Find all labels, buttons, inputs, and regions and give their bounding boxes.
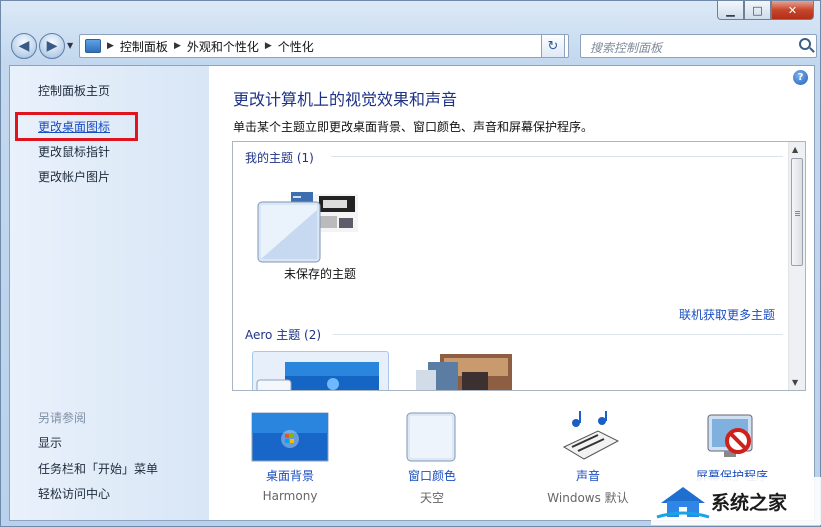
scroll-down-icon[interactable]: ▼ <box>792 378 798 387</box>
sidebar-ease-of-access[interactable]: 轻松访问中心 <box>38 485 110 502</box>
watermark-text: 系统之家 <box>711 491 788 514</box>
get-more-themes-online-link[interactable]: 联机获取更多主题 <box>679 306 775 323</box>
breadcrumb-separator-icon[interactable]: ▶ <box>265 41 272 51</box>
refresh-button[interactable]: ↻ <box>541 34 565 58</box>
shortcut-label[interactable]: 桌面背景 <box>230 467 350 484</box>
shortcut-value: Harmony <box>262 489 318 503</box>
maximize-button[interactable]: □ <box>744 1 771 20</box>
screensaver-icon <box>707 414 753 457</box>
page-title: 更改计算机上的视觉效果和声音 <box>233 90 458 109</box>
search-icon[interactable] <box>799 38 811 50</box>
breadcrumb-separator-icon[interactable]: ▶ <box>107 41 114 51</box>
recent-pages-dropdown-icon[interactable]: ▼ <box>67 41 73 50</box>
window-color-icon <box>406 412 456 462</box>
help-icon[interactable]: ? <box>793 70 808 85</box>
control-panel-icon <box>85 39 101 53</box>
search-box[interactable]: 搜索控制面板 <box>580 34 817 58</box>
sidebar-change-desktop-icons[interactable]: 更改桌面图标 <box>38 118 110 135</box>
close-button[interactable]: ✕ <box>771 1 814 20</box>
sidebar-taskbar-start-menu[interactable]: 任务栏和「开始」菜单 <box>38 460 158 477</box>
aero-themes-heading: Aero 主题 (2) <box>245 328 322 342</box>
divider <box>331 156 783 157</box>
divider <box>333 334 783 335</box>
navigation-bar: ◀ ▶ ▼ ▶ 控制面板 ▶ 外观和个性化 ▶ 个性化 ▼ ↻ 搜索控制面板 <box>9 33 817 59</box>
desktop-background-shortcut[interactable]: 桌面背景 Harmony <box>230 411 350 503</box>
aero-theme-windows7[interactable] <box>252 351 389 390</box>
sidebar-change-mouse-pointers[interactable]: 更改鼠标指针 <box>38 143 110 160</box>
sound-shortcut[interactable]: 声音 Windows 默认 <box>528 409 648 505</box>
scrollbar-thumb[interactable] <box>791 158 803 266</box>
content-area: 控制面板主页 更改桌面图标 更改鼠标指针 更改帐户图片 另请参阅 显示 任务栏和… <box>9 65 815 521</box>
shortcut-value: 天空 <box>419 491 444 505</box>
address-bar[interactable]: ▶ 控制面板 ▶ 外观和个性化 ▶ 个性化 ▼ <box>79 34 569 58</box>
desktop-background-icon <box>251 412 329 462</box>
theme-list: 我的主题 (1) 未保存的主题 联机获取更多主题 Aero 主题 (2) ▲ ▼ <box>232 141 806 391</box>
shortcut-label[interactable]: 窗口颜色 <box>372 467 492 484</box>
grip-icon <box>795 211 800 212</box>
breadcrumb-personalization[interactable]: 个性化 <box>278 38 314 55</box>
windows7-theme-thumbnail <box>256 362 379 390</box>
sidebar-control-panel-home[interactable]: 控制面板主页 <box>38 82 110 99</box>
breadcrumb-control-panel[interactable]: 控制面板 <box>120 38 168 55</box>
see-also-heading: 另请参阅 <box>38 411 87 425</box>
search-placeholder: 搜索控制面板 <box>590 41 663 55</box>
back-button[interactable]: ◀ <box>11 33 37 59</box>
sidebar: 控制面板主页 更改桌面图标 更改鼠标指针 更改帐户图片 另请参阅 显示 任务栏和… <box>10 66 209 520</box>
window-color-shortcut[interactable]: 窗口颜色 天空 <box>372 411 492 505</box>
sidebar-change-account-picture[interactable]: 更改帐户图片 <box>38 168 110 185</box>
unsaved-theme-thumbnail <box>257 192 358 263</box>
scroll-up-icon[interactable]: ▲ <box>792 145 798 154</box>
breadcrumb-appearance[interactable]: 外观和个性化 <box>187 38 259 55</box>
page-description: 单击某个主题立即更改桌面背景、窗口颜色、声音和屏幕保护程序。 <box>233 120 594 134</box>
window-controls: ▁ □ ✕ <box>717 1 814 21</box>
screensaver-shortcut[interactable]: 屏幕保护程序 <box>672 411 792 483</box>
house-logo-icon <box>656 487 710 519</box>
window-frame: ▁ □ ✕ ◀ ▶ ▼ ▶ 控制面板 ▶ 外观和个性化 ▶ 个性化 ▼ ↻ 搜索… <box>0 0 821 527</box>
unsaved-theme-label[interactable]: 未保存的主题 <box>284 265 356 282</box>
breadcrumb-separator-icon[interactable]: ▶ <box>174 41 181 51</box>
my-themes-heading: 我的主题 (1) <box>245 151 314 165</box>
theme-list-scrollbar[interactable]: ▲ ▼ <box>788 142 805 390</box>
landscapes-theme-thumbnail <box>416 354 512 390</box>
aero-theme-landscapes[interactable] <box>392 354 516 390</box>
watermark: 系统之家 <box>651 477 821 525</box>
forward-button[interactable]: ▶ <box>39 33 65 59</box>
shortcut-value: Windows 默认 <box>547 491 629 505</box>
sound-icon <box>562 409 620 460</box>
shortcut-label[interactable]: 声音 <box>528 467 648 484</box>
unsaved-theme-tile[interactable] <box>257 190 377 275</box>
sidebar-display[interactable]: 显示 <box>38 434 62 451</box>
minimize-button[interactable]: ▁ <box>717 1 744 20</box>
